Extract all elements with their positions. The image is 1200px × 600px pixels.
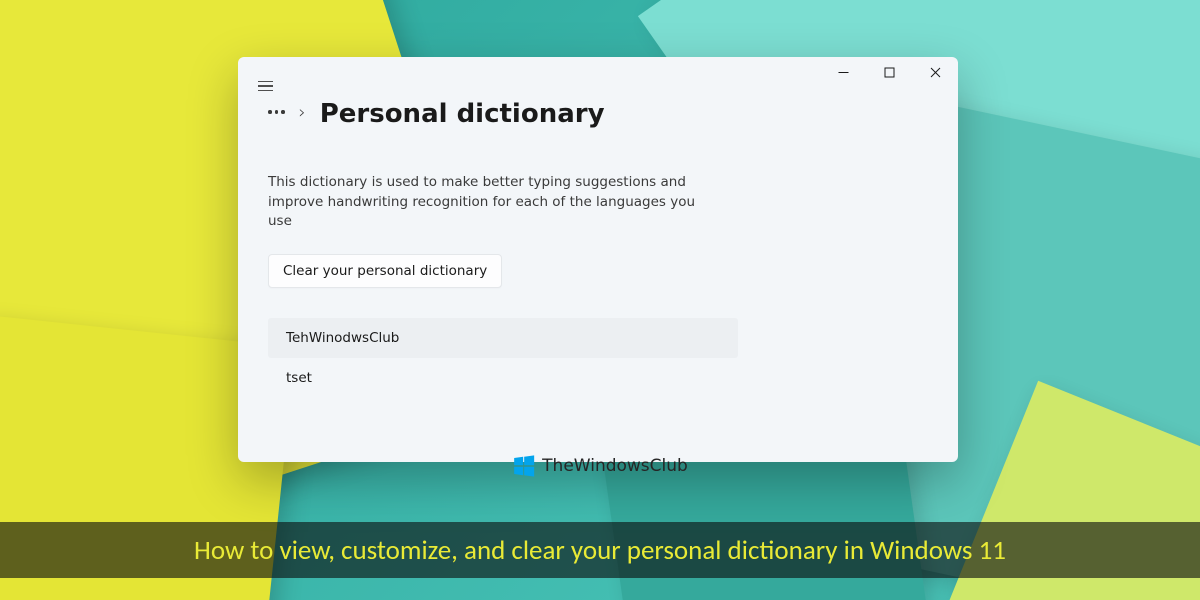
list-item[interactable]: TehWinodwsClub bbox=[268, 318, 738, 358]
watermark: TheWindowsClub bbox=[512, 454, 688, 478]
page-title: Personal dictionary bbox=[320, 99, 605, 129]
titlebar bbox=[238, 57, 958, 93]
windows-logo-icon bbox=[512, 454, 536, 478]
breadcrumb: › Personal dictionary bbox=[238, 93, 958, 129]
caption-text: How to view, customize, and clear your p… bbox=[194, 534, 1006, 567]
minimize-button[interactable] bbox=[820, 57, 866, 87]
breadcrumb-ellipsis-icon[interactable] bbox=[268, 110, 285, 118]
close-button[interactable] bbox=[912, 57, 958, 87]
caption-band: How to view, customize, and clear your p… bbox=[0, 522, 1200, 578]
settings-window: › Personal dictionary This dictionary is… bbox=[238, 57, 958, 462]
window-controls bbox=[820, 57, 958, 87]
list-item[interactable]: tset bbox=[268, 358, 738, 398]
watermark-text: TheWindowsClub bbox=[542, 456, 688, 476]
description-text: This dictionary is used to make better t… bbox=[268, 173, 708, 232]
chevron-right-icon: › bbox=[299, 102, 306, 127]
word-list: TehWinodwsClub tset bbox=[268, 318, 738, 398]
clear-dictionary-button[interactable]: Clear your personal dictionary bbox=[268, 254, 502, 288]
maximize-button[interactable] bbox=[866, 57, 912, 87]
hamburger-menu-icon[interactable] bbox=[254, 77, 277, 96]
